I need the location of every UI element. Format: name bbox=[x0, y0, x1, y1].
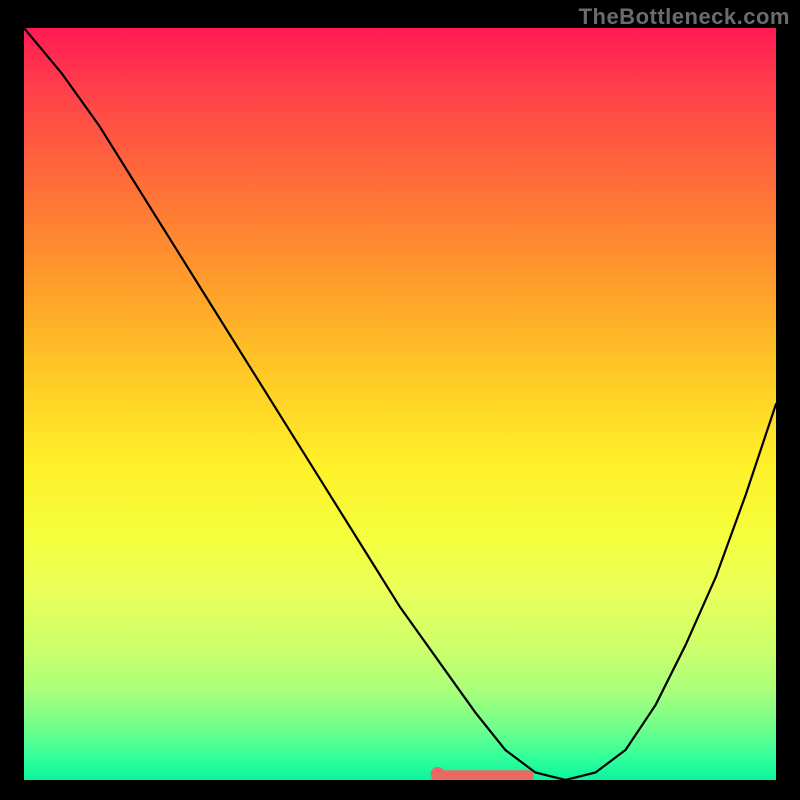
watermark-text: TheBottleneck.com bbox=[579, 4, 790, 30]
bottleneck-curve bbox=[24, 28, 776, 780]
chart-svg bbox=[24, 28, 776, 780]
marker-dot bbox=[431, 767, 445, 780]
chart-frame: TheBottleneck.com bbox=[0, 0, 800, 800]
plot-area bbox=[24, 28, 776, 780]
